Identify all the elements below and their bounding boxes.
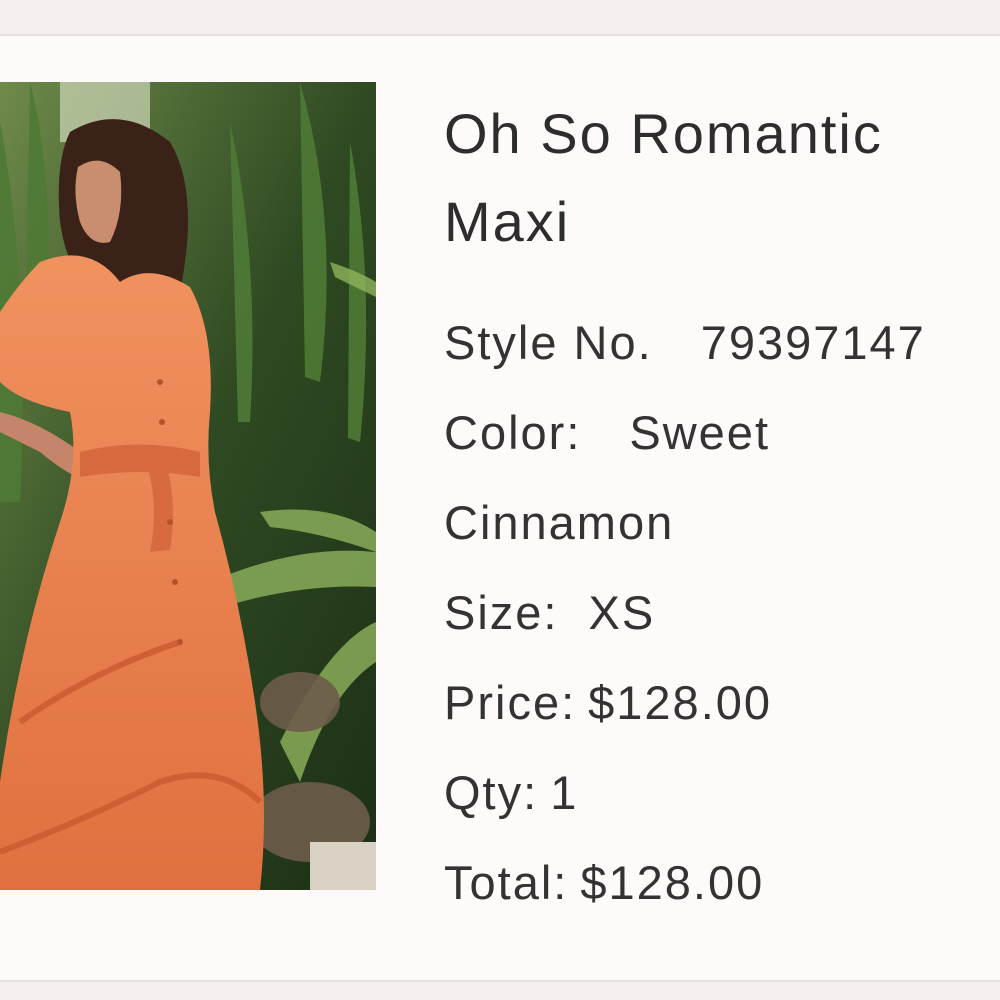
order-item-card: Oh So Romantic Maxi Style No. 79397147 Co… (0, 34, 1000, 982)
total-label: Total: (444, 856, 569, 909)
total-value: $128.00 (580, 856, 765, 909)
top-strip (0, 0, 1000, 34)
product-title-line1[interactable]: Oh So Romantic (444, 102, 883, 165)
color-label: Color: (444, 406, 582, 459)
color-row-continued: Cinnamon (444, 478, 1000, 568)
size-row: Size: XS (444, 568, 1000, 658)
qty-row: Qty: 1 (444, 748, 1000, 838)
product-photo-illustration (0, 82, 376, 890)
product-attributes: Style No. 79397147 Color: Sweet Cinnamon S… (444, 298, 1000, 928)
price-value: $128.00 (588, 676, 773, 729)
style-label: Style No. (444, 316, 653, 369)
color-value: Sweet (629, 406, 771, 459)
product-image[interactable] (0, 82, 376, 890)
price-row: Price: $128.00 (444, 658, 1000, 748)
product-title-line2[interactable]: Maxi (444, 190, 570, 253)
total-row: Total: $128.00 (444, 838, 1000, 928)
color-row: Color: Sweet (444, 388, 1000, 478)
product-title[interactable]: Oh So Romantic Maxi (444, 90, 1000, 266)
size-value: XS (588, 586, 656, 639)
style-row: Style No. 79397147 (444, 298, 1000, 388)
price-label: Price: (444, 676, 577, 729)
product-details: Oh So Romantic Maxi Style No. 79397147 Co… (444, 90, 1000, 928)
size-label: Size: (444, 586, 559, 639)
style-value: 79397147 (700, 316, 926, 369)
color-value-continued: Cinnamon (444, 496, 675, 549)
qty-label: Qty: (444, 766, 539, 819)
qty-value: 1 (550, 766, 579, 819)
